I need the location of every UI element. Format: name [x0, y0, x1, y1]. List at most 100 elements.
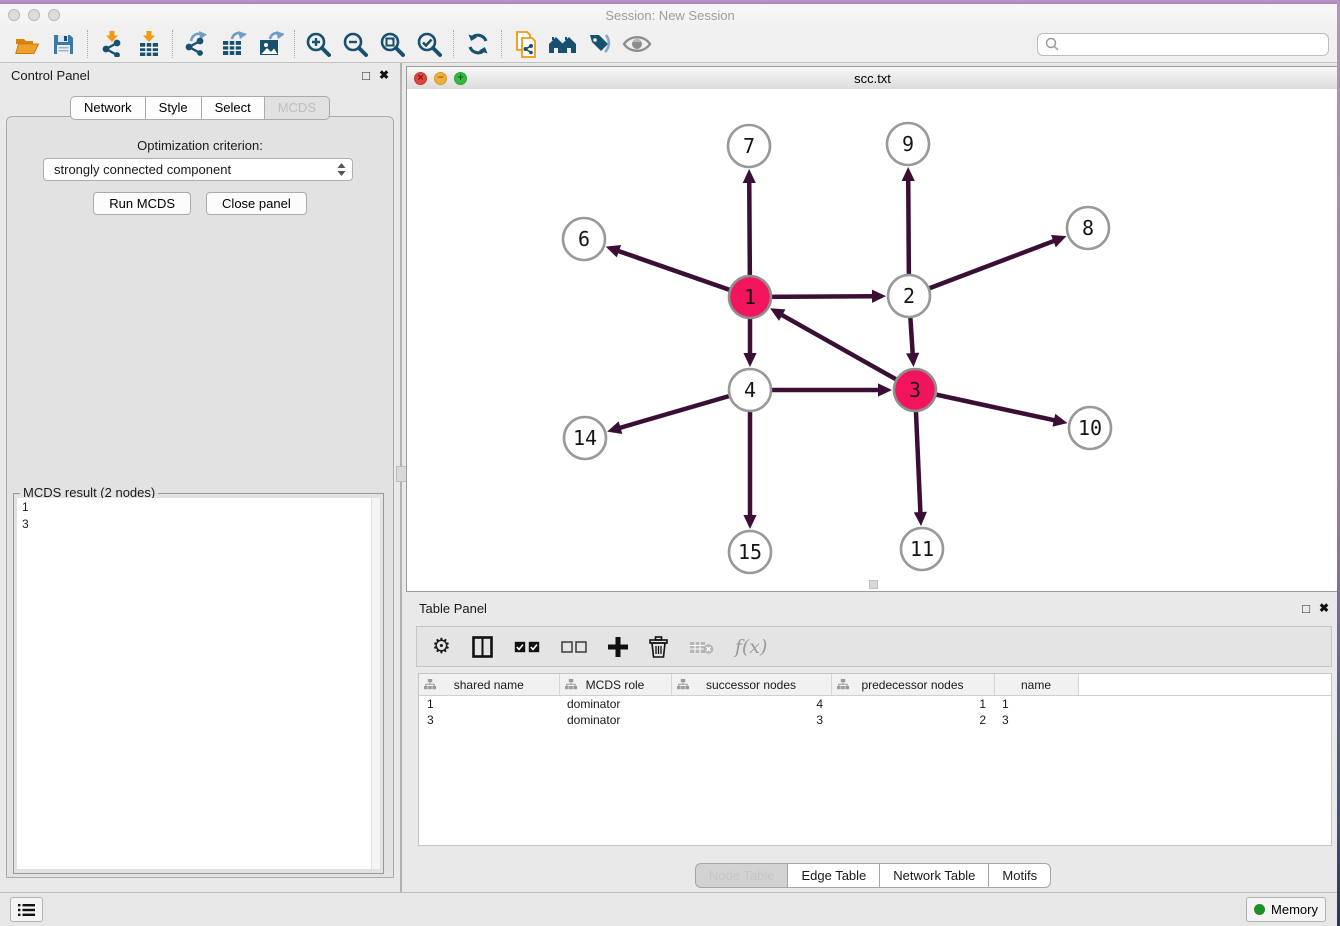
- status-bar: Memory: [0, 892, 1340, 926]
- run-mcds-button[interactable]: Run MCDS: [93, 192, 191, 215]
- graph-node-label-11: 11: [910, 537, 934, 561]
- zoom-out-button[interactable]: [337, 28, 374, 60]
- deselect-all-button[interactable]: [561, 634, 587, 660]
- graph-node-label-8: 8: [1082, 216, 1094, 240]
- criterion-dropdown[interactable]: strongly connected component: [43, 158, 353, 181]
- delete-column-button[interactable]: [649, 634, 668, 660]
- network-close-button[interactable]: ×: [414, 72, 427, 85]
- home-button[interactable]: [544, 28, 581, 60]
- export-network-button[interactable]: [178, 28, 215, 60]
- network-minimize-button[interactable]: −: [434, 72, 447, 85]
- open-folder-icon: [14, 32, 40, 56]
- toolbar-separator: [294, 30, 295, 58]
- graph-edge-arrow: [906, 353, 919, 367]
- tab-mcds[interactable]: MCDS: [264, 96, 330, 120]
- graph-edge-arrow: [743, 515, 756, 529]
- graph-node-label-6: 6: [578, 227, 590, 251]
- refresh-layout-button[interactable]: [459, 28, 496, 60]
- eye-icon: [622, 33, 652, 55]
- zoom-in-icon: [305, 31, 332, 58]
- network-window-titlebar[interactable]: × − + scc.txt: [407, 67, 1338, 90]
- network-canvas-svg[interactable]: 7968124314101511: [407, 89, 1338, 591]
- close-panel-button[interactable]: Close panel: [206, 192, 307, 215]
- graph-edge-arrow: [872, 290, 886, 303]
- table-tab-network-table[interactable]: Network Table: [879, 863, 988, 888]
- table-tab-node-table[interactable]: Node Table: [695, 863, 788, 888]
- minimize-window-button[interactable]: [28, 9, 40, 21]
- graph-edge-arrow: [878, 383, 892, 396]
- mcds-result-text[interactable]: 1 3: [17, 498, 371, 869]
- float-panel-icon[interactable]: □: [362, 69, 370, 82]
- export-image-icon: [257, 31, 284, 57]
- tab-network[interactable]: Network: [70, 96, 145, 120]
- window-traffic-lights: [8, 9, 60, 21]
- copy-network-icon: [513, 31, 539, 58]
- table-row[interactable]: 1dominator411: [419, 696, 1331, 713]
- import-network-button[interactable]: [93, 28, 130, 60]
- export-table-button[interactable]: [215, 28, 252, 60]
- show-columns-button[interactable]: [472, 634, 493, 660]
- column-header-label: shared name: [454, 678, 524, 692]
- table-cell-filler: [1078, 712, 1331, 728]
- control-panel: Control Panel □ ✖ NetworkStyleSelectMCDS…: [0, 63, 400, 886]
- criterion-value: strongly connected component: [54, 162, 335, 177]
- search-field[interactable]: [1037, 33, 1329, 56]
- close-panel-icon[interactable]: ✖: [379, 69, 389, 81]
- task-history-button[interactable]: [10, 897, 43, 922]
- graph-node-label-14: 14: [573, 426, 597, 450]
- zoom-selected-button[interactable]: [411, 28, 448, 60]
- zoom-window-button[interactable]: [48, 9, 60, 21]
- column-header-successor-nodes[interactable]: successor nodes: [671, 674, 831, 696]
- graph-node-label-7: 7: [743, 134, 755, 158]
- mcds-panel: Optimization criterion: strongly connect…: [6, 116, 394, 878]
- network-window-title: scc.txt: [407, 71, 1338, 86]
- zoom-in-button[interactable]: [300, 28, 337, 60]
- mcds-result-group: MCDS result (2 nodes) 1 3: [13, 493, 384, 874]
- column-header-shared-name[interactable]: shared name: [419, 674, 559, 696]
- add-column-button[interactable]: [608, 634, 628, 660]
- import-table-button[interactable]: [130, 28, 167, 60]
- function-builder-button[interactable]: f(x): [735, 634, 768, 660]
- graph-edge-2-8[interactable]: [909, 240, 1055, 296]
- memory-button[interactable]: Memory: [1246, 897, 1326, 922]
- delete-table-button[interactable]: [689, 634, 714, 660]
- column-header-name[interactable]: name: [994, 674, 1078, 696]
- node-table[interactable]: shared name MCDS rolesuccessor nodesprede…: [418, 673, 1332, 846]
- column-header-MCDS-role[interactable]: MCDS role: [559, 674, 671, 696]
- control-panel-header: Control Panel □ ✖: [0, 63, 400, 87]
- export-image-button[interactable]: [252, 28, 289, 60]
- table-tab-edge-table[interactable]: Edge Table: [787, 863, 879, 888]
- network-window: × − + scc.txt 7968124314101511: [406, 66, 1339, 592]
- close-window-button[interactable]: [8, 9, 20, 21]
- graph-edge-3-1[interactable]: [780, 314, 915, 390]
- result-scrollbar[interactable]: [371, 498, 380, 869]
- graph-node-label-4: 4: [744, 378, 756, 402]
- table-cell: 1: [994, 696, 1078, 713]
- table-row[interactable]: 3dominator323: [419, 712, 1331, 728]
- network-canvas[interactable]: 7968124314101511: [407, 89, 1338, 591]
- toolbar-separator: [453, 30, 454, 58]
- table-tab-motifs[interactable]: Motifs: [988, 863, 1051, 888]
- zoom-selected-icon: [416, 31, 443, 58]
- main-toolbar: [0, 26, 1337, 63]
- table-cell-filler: [1078, 696, 1331, 713]
- table-panel: Table Panel □ ✖ ⚙: [406, 596, 1340, 892]
- desktop-edge-top: [0, 0, 1340, 4]
- copy-network-button[interactable]: [507, 28, 544, 60]
- save-session-button[interactable]: [45, 28, 82, 60]
- close-table-panel-icon[interactable]: ✖: [1319, 602, 1329, 614]
- network-maximize-button[interactable]: +: [454, 72, 467, 85]
- search-input[interactable]: [1064, 36, 1321, 53]
- column-header-predecessor-nodes[interactable]: predecessor nodes: [831, 674, 994, 696]
- zoom-fit-button[interactable]: [374, 28, 411, 60]
- tab-style[interactable]: Style: [145, 96, 201, 120]
- canvas-resize-grip[interactable]: [869, 580, 878, 589]
- fx-icon: f(x): [735, 636, 768, 658]
- table-settings-button[interactable]: ⚙: [432, 634, 451, 660]
- hide-labels-button[interactable]: [581, 28, 618, 60]
- tab-select[interactable]: Select: [201, 96, 264, 120]
- open-session-button[interactable]: [8, 28, 45, 60]
- show-details-button[interactable]: [618, 28, 655, 60]
- select-all-button[interactable]: [514, 634, 540, 660]
- float-table-panel-icon[interactable]: □: [1302, 602, 1310, 615]
